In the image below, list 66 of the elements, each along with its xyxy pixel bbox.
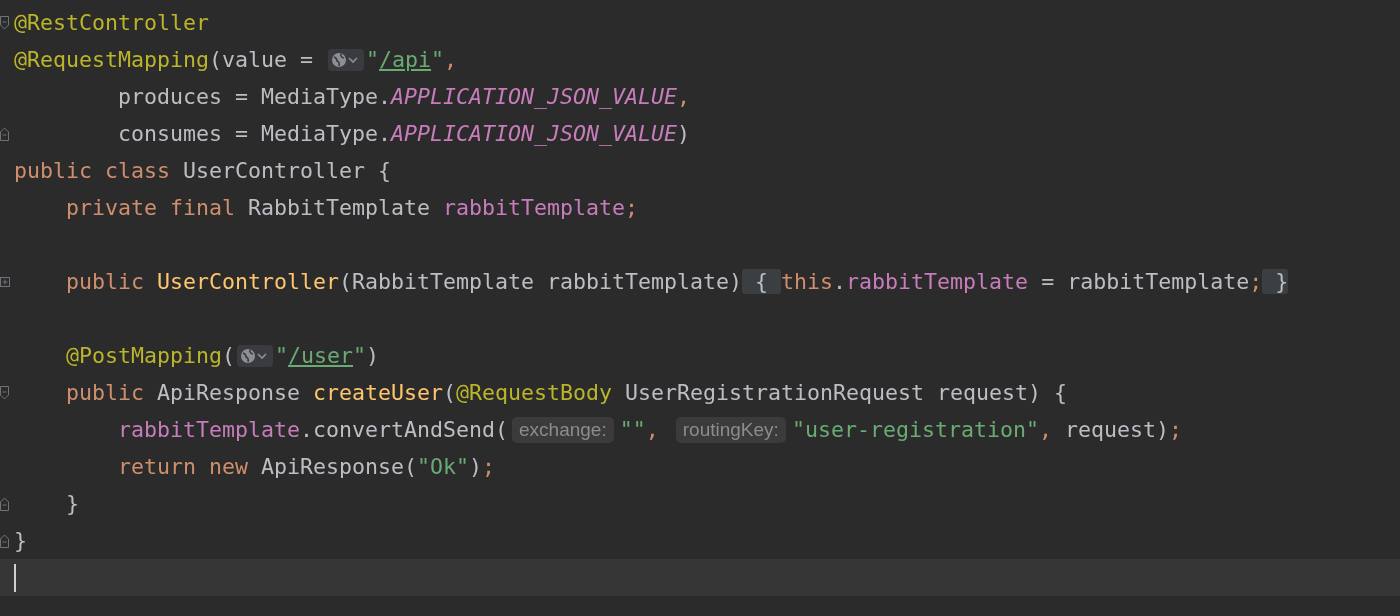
fold-icon[interactable] [0, 496, 9, 511]
keyword: ; [482, 454, 496, 479]
string-literal: "Ok" [417, 454, 470, 479]
keyword: , [677, 84, 691, 109]
annotation: @RequestMapping [14, 47, 209, 72]
keyword: public [65, 269, 145, 294]
expand-icon[interactable] [0, 276, 10, 287]
field-name: rabbitTemplate [846, 269, 1029, 294]
string-literal: " [431, 47, 445, 72]
string-literal: " [275, 343, 289, 368]
string-literal: " [353, 343, 367, 368]
annotation: @PostMapping [65, 343, 222, 368]
globe-icon[interactable] [328, 48, 365, 71]
code-text: UserRegistrationRequest request) { [624, 380, 1068, 405]
code-text: consumes = MediaType. [117, 121, 391, 146]
keyword: return new [117, 454, 248, 479]
globe-icon[interactable] [237, 344, 274, 367]
field-name: rabbitTemplate [117, 417, 300, 442]
code-text: ApiResponse [156, 380, 302, 405]
code-text: } [14, 528, 27, 553]
keyword: , [1038, 417, 1052, 442]
string-literal: "user-registration" [791, 417, 1039, 442]
keyword: ; [1168, 417, 1182, 442]
fold-icon[interactable] [0, 533, 9, 548]
code-text: ( [222, 343, 236, 368]
code-text: ) [469, 454, 483, 479]
code-text: ( [443, 380, 457, 405]
code-text: .convertAndSend( [300, 417, 509, 442]
fold-icon[interactable] [0, 126, 9, 141]
field-name: rabbitTemplate [443, 195, 626, 220]
code-text: . [833, 269, 847, 294]
keyword: public [65, 380, 144, 405]
code-text: produces = MediaType. [117, 84, 391, 109]
keyword: ; [1249, 269, 1263, 294]
folded-code[interactable]: { [742, 269, 782, 294]
code-text: UserController { [182, 158, 392, 183]
constant: APPLICATION_JSON_VALUE [391, 84, 678, 109]
keyword: this [781, 269, 834, 294]
keyword: , [645, 417, 660, 442]
folded-code[interactable]: } [1262, 269, 1289, 294]
parameter-hint: routingKey: [675, 416, 786, 443]
url-link[interactable]: /api [379, 47, 432, 72]
code-text: (RabbitTemplate rabbitTemplate) [339, 269, 743, 294]
fold-icon[interactable] [0, 385, 9, 400]
code-text: ) [366, 343, 380, 368]
code-text: = rabbitTemplate [1040, 269, 1250, 294]
keyword: , [444, 47, 458, 72]
code-text: RabbitTemplate [247, 195, 432, 220]
method-name: UserController [157, 269, 340, 294]
annotation: @RequestBody [456, 380, 613, 405]
fold-icon[interactable] [0, 15, 9, 30]
code-text: request) [1063, 417, 1169, 442]
code-text: ApiResponse( [260, 454, 418, 479]
keyword: public class [14, 158, 170, 183]
url-link[interactable]: /user [288, 343, 354, 368]
method-name: createUser [313, 380, 444, 405]
constant: APPLICATION_JSON_VALUE [391, 121, 678, 146]
keyword: private final [65, 195, 235, 220]
parameter-hint: exchange: [512, 416, 614, 443]
code-text: (value = [209, 47, 315, 72]
code-text: } [65, 491, 79, 516]
code-text: ) [677, 121, 691, 146]
keyword: ; [625, 195, 639, 220]
annotation: @RestController [14, 10, 209, 35]
string-literal: "" [619, 417, 646, 442]
string-literal: " [366, 47, 380, 72]
